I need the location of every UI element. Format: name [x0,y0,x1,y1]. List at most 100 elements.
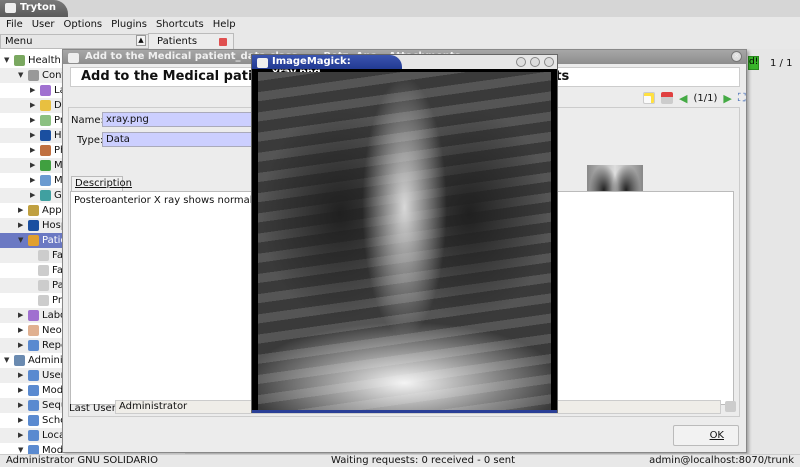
expander-open-icon[interactable]: ▼ [18,68,23,83]
type-label: Type: [77,135,103,146]
last-user-label: Last User: [69,403,119,414]
menu-user[interactable]: User [32,17,55,33]
menu-item-icon [38,250,49,261]
menu-item-icon [40,160,51,171]
name-field[interactable]: xray.png [102,112,252,127]
record-pager: (1/1) [693,93,717,104]
xray-image [258,72,551,410]
menu-item-icon [14,355,25,366]
menu-options[interactable]: Options [64,17,103,33]
expander-closed-icon[interactable]: ▶ [30,83,35,98]
menu-item-icon [40,130,51,141]
expander-closed-icon[interactable]: ▶ [30,188,35,203]
delete-icon[interactable] [661,92,673,104]
expander-closed-icon[interactable]: ▶ [18,428,23,443]
search-icon[interactable] [725,401,736,412]
expander-closed-icon[interactable]: ▶ [30,158,35,173]
menu-item-icon [28,400,39,411]
menu-item-icon [28,70,39,81]
background-button[interactable]: d! [748,56,759,70]
expander-open-icon[interactable]: ▼ [18,443,23,454]
close-icon[interactable] [544,57,554,67]
status-server: admin@localhost:8070/trunk [649,455,794,466]
expander-open-icon[interactable]: ▼ [4,353,9,368]
app-titlebar: Tryton [0,0,800,17]
name-label: Name: [71,115,104,126]
toolbar: ◀ (1/1) ▶ ⛶ [643,89,746,107]
tab-description[interactable]: Description [71,176,123,191]
image-viewer-window: ImageMagick: xray.png [251,54,558,413]
tree-item-label: Health [28,53,61,68]
switch-view-icon[interactable]: ⛶ [738,91,746,105]
menu-item-icon [28,235,39,246]
tab-label: Patients [157,36,197,47]
expander-closed-icon[interactable]: ▶ [30,128,35,143]
menu-file[interactable]: File [6,17,23,33]
viewer-title-tab: ImageMagick: xray.png [252,55,402,69]
expander-closed-icon[interactable]: ▶ [18,398,23,413]
expander-closed-icon[interactable]: ▶ [30,173,35,188]
expander-open-icon[interactable]: ▼ [4,53,9,68]
viewer-footer [252,410,557,413]
menu-item-icon [40,85,51,96]
type-select[interactable]: Data [102,132,252,147]
background-panel [746,49,800,454]
next-icon[interactable]: ▶ [723,92,731,105]
status-user: Administrator GNU SOLIDARIO [6,455,158,466]
app-title: Tryton [20,2,56,13]
expander-closed-icon[interactable]: ▶ [18,323,23,338]
expander-closed-icon[interactable]: ▶ [30,143,35,158]
ok-button[interactable]: OK [673,425,739,446]
viewer-titlebar: ImageMagick: xray.png [252,55,557,69]
tryton-icon [5,3,16,13]
close-tab-icon[interactable] [219,38,227,46]
menu-item-icon [28,325,39,336]
menu-item-icon [28,310,39,321]
new-icon[interactable] [643,92,655,104]
menu-item-icon [14,55,25,66]
expander-closed-icon[interactable]: ▶ [18,338,23,353]
menu-item-icon [28,415,39,426]
minimize-icon[interactable] [516,57,526,67]
expander-closed-icon[interactable]: ▶ [18,308,23,323]
menu-collapse-button[interactable]: ▲ [136,35,146,46]
menu-item-icon [38,265,49,276]
window-icon [68,53,79,63]
menu-item-icon [40,190,51,201]
expander-closed-icon[interactable]: ▶ [18,368,23,383]
expander-closed-icon[interactable]: ▶ [18,203,23,218]
menu-item-icon [28,340,39,351]
menu-help[interactable]: Help [213,17,236,33]
menu-plugins[interactable]: Plugins [111,17,147,33]
menu-item-icon [28,370,39,381]
expander-closed-icon[interactable]: ▶ [18,383,23,398]
window-icon [257,58,268,68]
ok-label: OK [710,430,724,441]
status-bar: Administrator GNU SOLIDARIO Waiting requ… [0,454,800,467]
expander-closed-icon[interactable]: ▶ [30,113,35,128]
menu-item-icon [38,280,49,291]
menu-shortcuts[interactable]: Shortcuts [156,17,204,33]
menu-item-icon [40,100,51,111]
tree-item-label: Pr [52,293,62,308]
menu-item-icon [28,220,39,231]
menu-item-icon [28,445,39,454]
previous-icon[interactable]: ◀ [679,92,687,105]
expander-closed-icon[interactable]: ▶ [30,98,35,113]
menu-item-icon [40,175,51,186]
menu-item-icon [40,145,51,156]
maximize-icon[interactable] [530,57,540,67]
expander-closed-icon[interactable]: ▶ [18,413,23,428]
expander-closed-icon[interactable]: ▶ [18,218,23,233]
close-icon[interactable]: ✕ [731,51,742,62]
status-requests: Waiting requests: 0 received - 0 sent [331,455,515,466]
app-title-tab: Tryton [0,0,68,17]
menu-item-icon [28,385,39,396]
menu-item-icon [38,295,49,306]
background-pager: 1 / 1 [770,58,792,69]
menu-item-icon [28,430,39,441]
tab-patients[interactable]: Patients [148,33,234,49]
menubar: File User Options Plugins Shortcuts Help [0,17,800,33]
expander-open-icon[interactable]: ▼ [18,233,23,248]
menu-item-icon [28,205,39,216]
